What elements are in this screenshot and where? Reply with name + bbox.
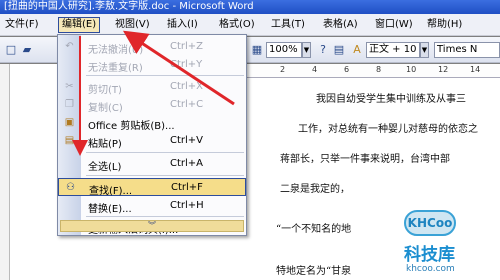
menu-format[interactable]: 格式(O) <box>216 17 258 33</box>
menu-item-label: Office 剪贴板(B)... <box>88 121 175 132</box>
menu-separator <box>86 75 244 76</box>
menu-separator <box>86 152 244 153</box>
menu-item-label: 无法撤消(U) <box>88 45 144 56</box>
watermark: KHCoo 科技库 khcoo.com <box>398 210 498 278</box>
edit-menu-dropdown: ↶ 无法撤消(U) Ctrl+Z 无法重复(R) Ctrl+Y ✂ 剪切(T) … <box>57 34 247 236</box>
menu-item-label: 全选(L) <box>88 162 122 173</box>
ruler-number: 12 <box>438 65 449 74</box>
menu-item-label: 粘贴(P) <box>88 139 122 150</box>
menu-item-shortcut: Ctrl+A <box>170 158 204 169</box>
horizontal-ruler: 2 4 6 8 10 12 14 <box>240 64 500 78</box>
ruler-number: 4 <box>312 65 318 74</box>
menu-item-paste[interactable]: ▤ 粘贴(P) Ctrl+V <box>58 132 246 150</box>
menu-window[interactable]: 窗口(W) <box>372 17 416 33</box>
menu-item-find[interactable]: ⚇ 查找(F)... Ctrl+F <box>58 178 246 197</box>
menu-item-shortcut: Ctrl+X <box>170 81 204 92</box>
table-icon[interactable]: ▦ <box>250 43 264 57</box>
menu-item-replace[interactable]: 替换(E)... Ctrl+H <box>58 197 246 215</box>
binoculars-icon: ⚇ <box>66 182 75 193</box>
menu-view[interactable]: 视图(V) <box>112 17 153 33</box>
menu-item-shortcut: Ctrl+V <box>170 135 204 146</box>
menu-item-label: 无法重复(R) <box>88 63 143 74</box>
menu-item-shortcut: Ctrl+C <box>170 99 204 110</box>
document-line: 我因自幼受学生集中训练及从事三 <box>316 94 466 105</box>
menu-item-undo[interactable]: ↶ 无法撤消(U) Ctrl+Z <box>58 38 246 56</box>
menu-insert[interactable]: 插入(I) <box>164 17 201 33</box>
clipboard-icon: ▣ <box>64 117 75 128</box>
paste-icon: ▤ <box>64 135 75 146</box>
window-title-bar: [扭曲的中国人研究].李敖.文字版.doc - Microsoft Word <box>0 0 500 14</box>
expand-menu-button[interactable]: ︾ <box>60 220 244 232</box>
menu-item-cut[interactable]: ✂ 剪切(T) Ctrl+X <box>58 78 246 96</box>
styles-icon[interactable]: A <box>350 43 364 57</box>
menu-help[interactable]: 帮助(H) <box>424 17 465 33</box>
menu-item-office-clipboard[interactable]: ▣ Office 剪贴板(B)... <box>58 114 246 132</box>
menu-item-label: 剪切(T) <box>88 85 122 96</box>
zoom-box[interactable]: 100% <box>266 42 302 58</box>
copy-icon: ❐ <box>65 99 74 110</box>
menu-separator <box>86 175 244 176</box>
menu-separator <box>86 216 244 217</box>
watermark-name: 科技库 <box>404 245 455 265</box>
document-line: 蒋部长，只举一件事来说明，台湾中部 <box>280 154 450 165</box>
menu-item-label: 复制(C) <box>88 103 123 114</box>
undo-icon: ↶ <box>65 41 74 52</box>
ruler-number: 8 <box>376 65 382 74</box>
document-line: “一个不知名的地 <box>276 224 352 235</box>
menu-item-copy[interactable]: ❐ 复制(C) Ctrl+C <box>58 96 246 114</box>
new-document-icon[interactable]: □ <box>4 43 18 57</box>
document-line: 工作，对总统有一种婴儿对慈母的依恋之 <box>298 124 478 135</box>
open-folder-icon[interactable]: ▰ <box>20 43 34 57</box>
style-dropdown-icon[interactable]: ▼ <box>420 42 429 58</box>
style-box[interactable]: 正文 + 10 <box>366 42 420 58</box>
menu-item-shortcut: Ctrl+H <box>170 200 204 211</box>
menu-bar: 文件(F) 编辑(E) 视图(V) 插入(I) 格式(O) 工具(T) 表格(A… <box>0 14 500 36</box>
ruler-number: 10 <box>406 65 417 74</box>
cut-icon: ✂ <box>65 81 74 92</box>
font-box[interactable]: Times N <box>434 42 500 58</box>
vertical-ruler <box>0 64 10 280</box>
watermark-logo: KHCoo <box>404 210 456 236</box>
menu-item-shortcut: Ctrl+F <box>171 182 203 193</box>
window-title: [扭曲的中国人研究].李敖.文字版.doc - Microsoft Word <box>4 1 254 12</box>
menu-item-select-all[interactable]: 全选(L) Ctrl+A <box>58 155 246 173</box>
menu-tools[interactable]: 工具(T) <box>268 17 308 33</box>
ruler-number: 2 <box>280 65 286 74</box>
menu-item-label: 查找(F)... <box>89 186 133 197</box>
menu-edit[interactable]: 编辑(E) <box>58 17 101 33</box>
menu-file[interactable]: 文件(F) <box>2 17 42 33</box>
menu-item-label: 替换(E)... <box>88 204 132 215</box>
ruler-number: 6 <box>344 65 350 74</box>
document-line: 二泉是我定的， <box>280 184 350 195</box>
menu-item-shortcut: Ctrl+Y <box>170 59 203 70</box>
ruler-number: 14 <box>470 65 481 74</box>
help-icon[interactable]: ? <box>316 43 330 57</box>
menu-item-redo[interactable]: 无法重复(R) Ctrl+Y <box>58 56 246 74</box>
menu-table[interactable]: 表格(A) <box>320 17 361 33</box>
menu-item-shortcut: Ctrl+Z <box>170 41 204 52</box>
watermark-url: khcoo.com <box>406 264 455 274</box>
document-line: 特地定名为“甘泉 <box>276 266 352 277</box>
read-mode-icon[interactable]: ▤ <box>332 43 346 57</box>
zoom-dropdown-icon[interactable]: ▼ <box>302 42 311 58</box>
